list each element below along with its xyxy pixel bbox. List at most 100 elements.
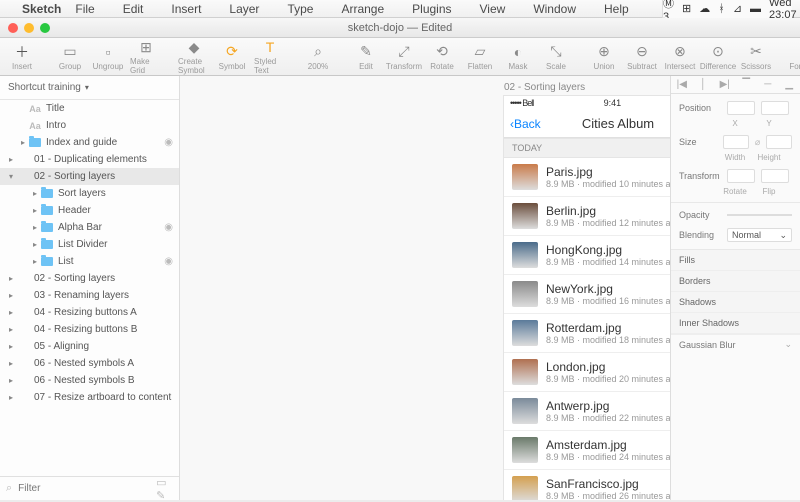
layer-row[interactable]: AaTitle	[0, 100, 179, 117]
y-input[interactable]	[761, 101, 789, 115]
zoom-button[interactable]: ⌕200%	[302, 43, 334, 71]
list-item[interactable]: London.jpg 8.9 MB · modified 20 minutes …	[504, 353, 670, 392]
canvas[interactable]: 02 - Sorting layers ••••• Bell 9:41 100%…	[180, 76, 670, 500]
disclose-icon[interactable]: ▸	[30, 240, 40, 249]
visibility-icon[interactable]: ◉	[164, 222, 173, 233]
cloud-icon[interactable]: ☁	[699, 2, 710, 15]
visibility-icon[interactable]: ◉	[164, 256, 173, 267]
layer-row[interactable]: AaIntro	[0, 117, 179, 134]
layer-row[interactable]: ▸02 - Sorting layers	[0, 270, 179, 287]
list-item[interactable]: Antwerp.jpg 8.9 MB · modified 22 minutes…	[504, 392, 670, 431]
forward-button[interactable]: ↑Forward	[788, 43, 800, 71]
layer-row[interactable]: ▸Header	[0, 202, 179, 219]
width-input[interactable]	[723, 135, 749, 149]
zoom-icon[interactable]	[40, 23, 50, 33]
menu-insert[interactable]: Insert	[171, 2, 201, 16]
disclose-icon[interactable]: ▸	[30, 206, 40, 215]
styled-text-button[interactable]: TStyled Text	[254, 38, 286, 75]
align-left-icon[interactable]: |◀	[671, 76, 693, 93]
lock-icon[interactable]: ⌀	[755, 137, 760, 148]
transform-button[interactable]: ⤢Transform	[388, 43, 420, 71]
artboard-label[interactable]: 02 - Sorting layers	[504, 82, 585, 93]
close-icon[interactable]	[8, 23, 18, 33]
section-shadows[interactable]: Shadows	[671, 292, 800, 313]
edit-button[interactable]: ✎Edit	[350, 43, 382, 71]
section-fills[interactable]: Fills	[671, 250, 800, 271]
disclose-icon[interactable]: ▸	[6, 155, 16, 164]
artboard[interactable]: ••••• Bell 9:41 100% ▬ ‹ Back Cities Alb…	[504, 96, 670, 500]
chevron-down-icon[interactable]: ⌄	[784, 339, 792, 350]
disclose-icon[interactable]: ▸	[6, 359, 16, 368]
height-input[interactable]	[766, 135, 792, 149]
intersect-button[interactable]: ⊗Intersect	[664, 43, 696, 71]
layer-row[interactable]: ▸06 - Nested symbols B	[0, 372, 179, 389]
layer-row[interactable]: ▸04 - Resizing buttons B	[0, 321, 179, 338]
align-tabs[interactable]: |◀ │ ▶| ▔ ─ ▁	[671, 76, 800, 94]
x-input[interactable]	[727, 101, 755, 115]
disclose-icon[interactable]: ▸	[30, 257, 40, 266]
align-top-icon[interactable]: ▔	[736, 76, 758, 93]
layer-row[interactable]: ▸Index and guide◉	[0, 134, 179, 151]
rotate-input[interactable]	[727, 169, 755, 183]
disclose-icon[interactable]: ▸	[6, 376, 16, 385]
align-right-icon[interactable]: ▶|	[714, 76, 736, 93]
create-symbol-button[interactable]: ◆Create Symbol	[178, 38, 210, 75]
dropbox-icon[interactable]: ⊞	[682, 2, 691, 15]
battery-icon[interactable]: ▬	[750, 3, 761, 15]
difference-button[interactable]: ⊙Difference	[702, 43, 734, 71]
list-item[interactable]: Amsterdam.jpg 8.9 MB · modified 24 minut…	[504, 431, 670, 470]
disclose-icon[interactable]: ▸	[30, 223, 40, 232]
list-item[interactable]: Berlin.jpg 8.9 MB · modified 12 minutes …	[504, 197, 670, 236]
layer-row[interactable]: ▸List Divider	[0, 236, 179, 253]
menu-arrange[interactable]: Arrange	[341, 2, 384, 16]
disclose-icon[interactable]: ▸	[18, 138, 28, 147]
menu-file[interactable]: File	[75, 2, 94, 16]
menu-window[interactable]: Window	[533, 2, 576, 16]
footer-tool-icon[interactable]: ▭ ✎	[156, 476, 173, 502]
group-button[interactable]: ▭Group	[54, 43, 86, 71]
layer-row[interactable]: ▸07 - Resize artboard to content	[0, 389, 179, 406]
disclose-icon[interactable]: ▸	[6, 342, 16, 351]
section-inner-shadows[interactable]: Inner Shadows	[671, 313, 800, 334]
flatten-button[interactable]: ▱Flatten	[464, 43, 496, 71]
disclose-icon[interactable]: ▾	[6, 172, 16, 181]
align-center-icon[interactable]: │	[693, 76, 715, 93]
menu-type[interactable]: Type	[287, 2, 313, 16]
disclose-icon[interactable]: ▸	[6, 325, 16, 334]
make-grid-button[interactable]: ⊞Make Grid	[130, 38, 162, 75]
pages-dropdown[interactable]: Shortcut training	[0, 76, 179, 100]
disclose-icon[interactable]: ▸	[6, 393, 16, 402]
layer-row[interactable]: ▸List◉	[0, 253, 179, 270]
back-button[interactable]: ‹ Back	[510, 117, 541, 131]
list-item[interactable]: NewYork.jpg 8.9 MB · modified 16 minutes…	[504, 275, 670, 314]
menu-plugins[interactable]: Plugins	[412, 2, 451, 16]
union-button[interactable]: ⊕Union	[588, 43, 620, 71]
disclose-icon[interactable]: ▸	[6, 291, 16, 300]
align-bottom-icon[interactable]: ▁	[779, 76, 800, 93]
list-item[interactable]: Rotterdam.jpg 8.9 MB · modified 18 minut…	[504, 314, 670, 353]
insert-button[interactable]: ＋Insert	[6, 43, 38, 71]
disclose-icon[interactable]: ▸	[6, 274, 16, 283]
scale-button[interactable]: ⤡Scale	[540, 43, 572, 71]
menu-view[interactable]: View	[480, 2, 506, 16]
disclose-icon[interactable]: ▸	[30, 189, 40, 198]
traffic-lights[interactable]	[8, 23, 50, 33]
layer-row[interactable]: ▸Alpha Bar◉	[0, 219, 179, 236]
rotate-button[interactable]: ⟲Rotate	[426, 43, 458, 71]
list-item[interactable]: SanFrancisco.jpg 8.9 MB · modified 26 mi…	[504, 470, 670, 500]
blending-select[interactable]: Normal⌄	[727, 228, 792, 242]
mask-button[interactable]: ◐Mask	[502, 43, 534, 71]
disclose-icon[interactable]: ▸	[6, 308, 16, 317]
symbol-button[interactable]: ⟳Symbol	[216, 43, 248, 71]
list-item[interactable]: HongKong.jpg 8.9 MB · modified 14 minute…	[504, 236, 670, 275]
scissors-button[interactable]: ✂Scissors	[740, 43, 772, 71]
visibility-icon[interactable]: ◉	[164, 137, 173, 148]
layer-row[interactable]: ▸05 - Aligning	[0, 338, 179, 355]
menu-layer[interactable]: Layer	[229, 2, 259, 16]
ungroup-button[interactable]: ▫Ungroup	[92, 43, 124, 71]
list-item[interactable]: Paris.jpg 8.9 MB · modified 10 minutes a…	[504, 158, 670, 197]
layer-row[interactable]: ▸Sort layers	[0, 185, 179, 202]
layer-row[interactable]: ▸01 - Duplicating elements	[0, 151, 179, 168]
subtract-button[interactable]: ⊖Subtract	[626, 43, 658, 71]
layer-row[interactable]: ▸03 - Renaming layers	[0, 287, 179, 304]
